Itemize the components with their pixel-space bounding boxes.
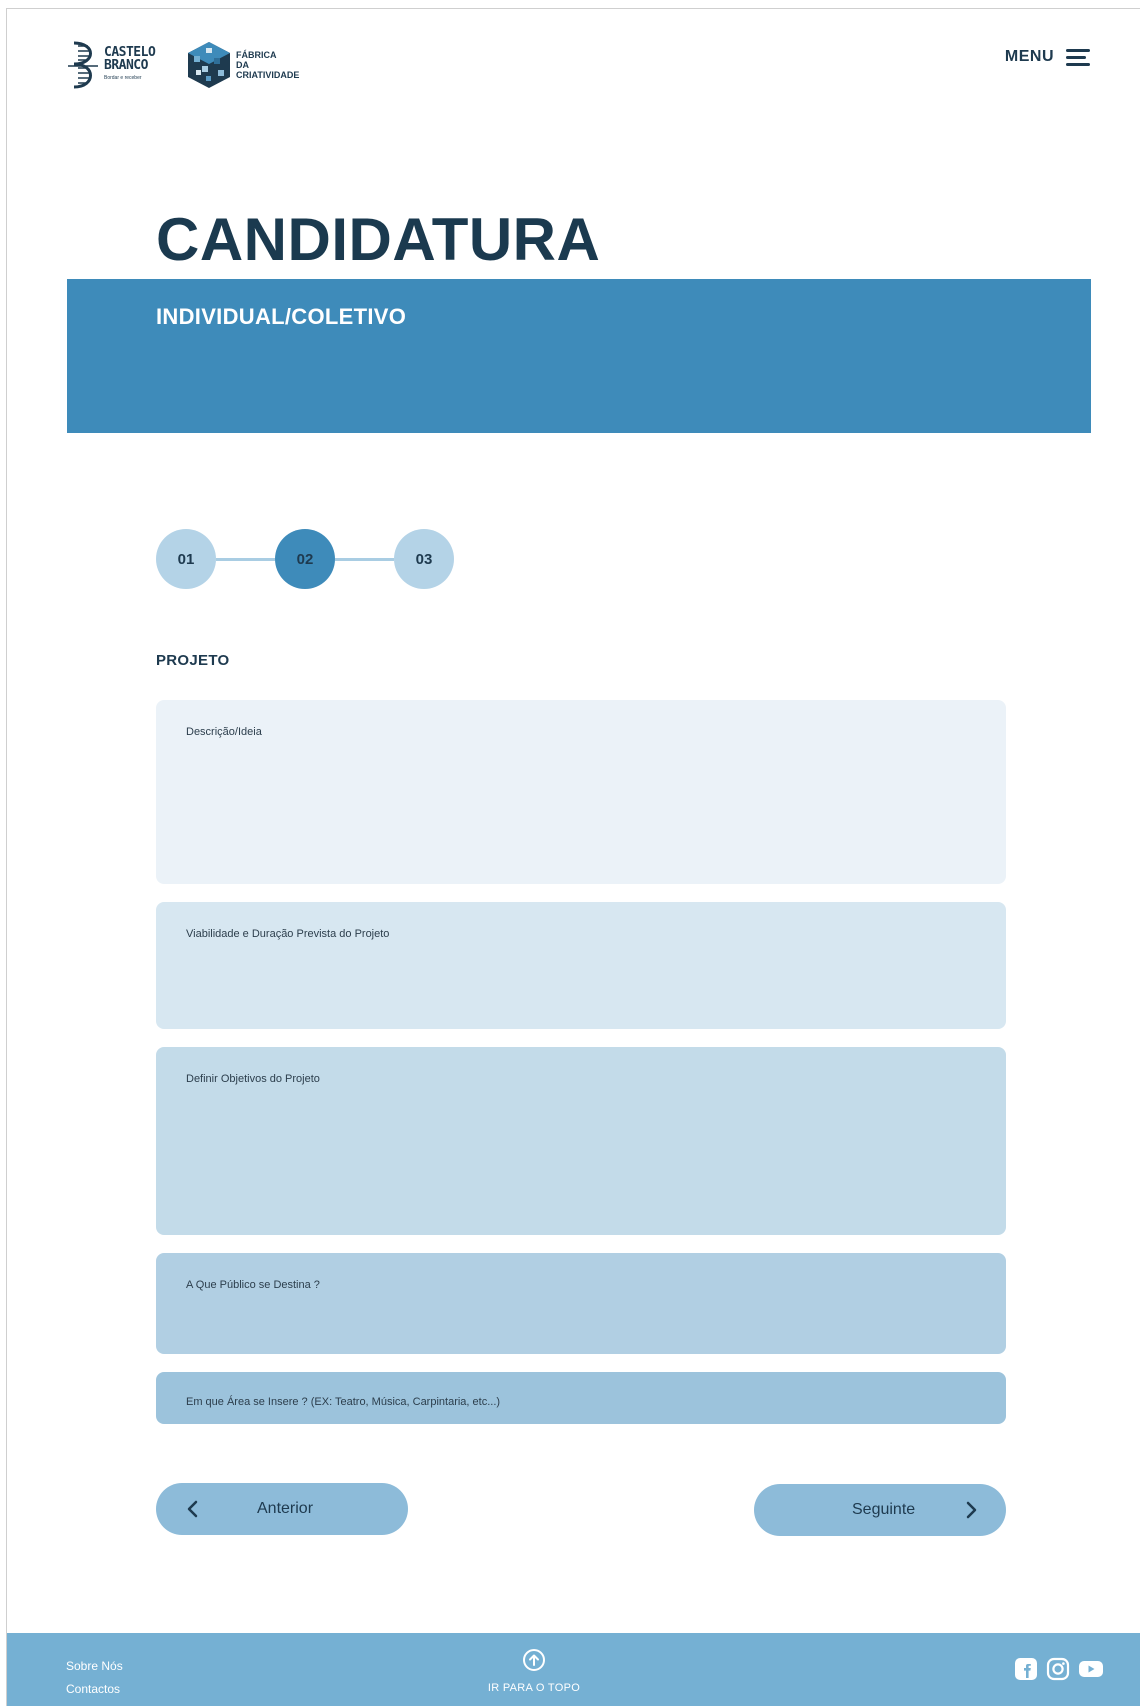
description-field[interactable]: Descrição/Ideia [156,700,1006,884]
previous-label: Anterior [257,1500,314,1517]
logo-fabrica-line2: DA [236,60,249,70]
chevron-left-icon [186,1500,198,1518]
facebook-icon[interactable] [1014,1657,1038,1686]
objectives-placeholder: Definir Objetivos do Projeto [186,1073,320,1085]
area-placeholder: Em que Área se Insere ? (EX: Teatro, Mús… [186,1396,501,1408]
footer-link-contacts[interactable]: Contactos [66,1678,123,1701]
youtube-icon[interactable] [1078,1657,1104,1686]
menu-label: MENU [1004,48,1054,65]
back-to-top-label: IR PARA O TOPO [487,1682,581,1694]
viability-placeholder: Viabilidade e Duração Prevista do Projet… [186,928,390,940]
social-links [1014,1657,1104,1686]
logo-castelo-tagline: Bordar e receber [104,74,142,81]
chevron-right-icon [966,1501,978,1519]
section-title: PROJETO [156,652,230,669]
stepper-connector [335,558,394,561]
arrow-up-circle-icon [523,1649,545,1671]
previous-button[interactable]: Anterior [156,1483,408,1535]
hero-banner: INDIVIDUAL/COLETIVO [67,279,1091,433]
target-audience-field[interactable]: A Que Público se Destina ? [156,1253,1006,1354]
page-title: CANDIDATURA [156,206,601,273]
audience-placeholder: A Que Público se Destina ? [186,1279,320,1291]
step-01[interactable]: 01 [156,529,216,589]
menu-button[interactable]: MENU [1005,48,1090,66]
next-label: Seguinte [852,1501,916,1518]
stepper-connector [216,558,275,561]
cube-mosaic-icon [188,42,230,88]
description-placeholder: Descrição/Ideia [186,726,262,738]
objectives-field[interactable]: Definir Objetivos do Projeto [156,1047,1006,1235]
logo-castelo-line1: CASTELO [104,44,156,60]
footer-link-about[interactable]: Sobre Nós [66,1655,123,1678]
banner-subtitle: INDIVIDUAL/COLETIVO [156,304,407,329]
logo-castelo-line2: BRANCO [104,57,148,73]
back-to-top-button[interactable]: IR PARA O TOPO [479,1648,589,1696]
next-button[interactable]: Seguinte [754,1484,1006,1536]
step-03[interactable]: 03 [394,529,454,589]
logo-fabrica-line1: FÁBRICA [236,50,277,60]
castelo-branco-logo[interactable]: CASTELO BRANCO Bordar e receber [66,40,156,90]
form-stepper: 01 02 03 [156,529,454,589]
fabrica-criatividade-logo[interactable]: FÁBRICA DA CRIATIVIDADE [186,40,299,90]
viability-duration-field[interactable]: Viabilidade e Duração Prevista do Projet… [156,902,1006,1029]
hamburger-icon [1066,48,1090,66]
castelo-branco-emblem-icon [68,41,98,89]
logo-fabrica-line3: CRIATIVIDADE [236,70,300,80]
instagram-icon[interactable] [1046,1657,1070,1686]
step-02-active[interactable]: 02 [275,529,335,589]
area-field[interactable]: Em que Área se Insere ? (EX: Teatro, Mús… [156,1372,1006,1424]
footer: Sobre Nós Contactos IR PARA O TOPO [7,1633,1140,1706]
footer-links: Sobre Nós Contactos [66,1655,123,1701]
